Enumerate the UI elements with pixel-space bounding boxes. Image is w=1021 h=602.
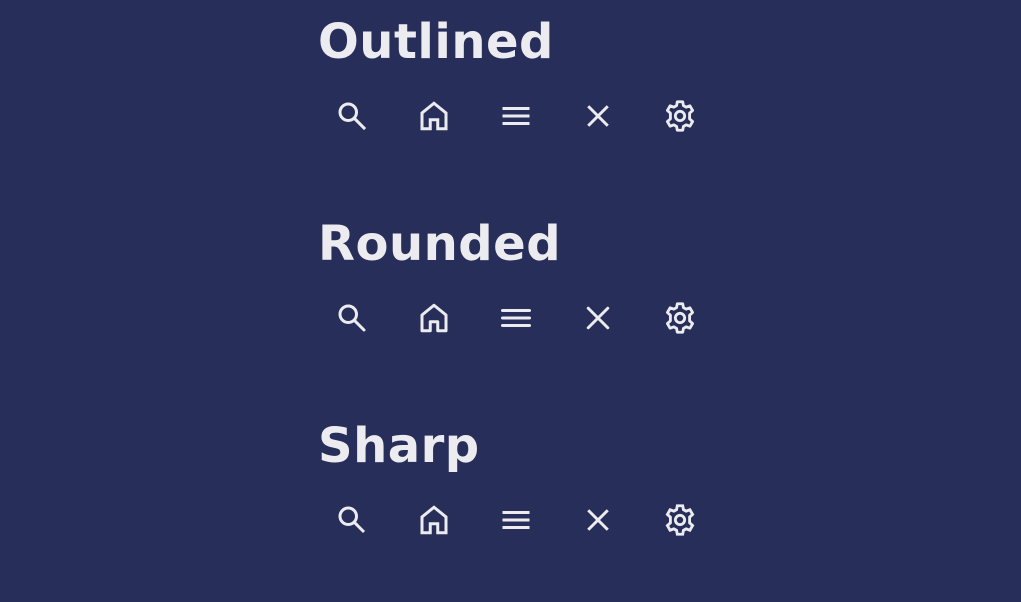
- menu-icon[interactable]: [498, 300, 534, 336]
- section-title: Sharp: [318, 418, 480, 474]
- home-icon[interactable]: [416, 502, 452, 538]
- close-icon[interactable]: [580, 502, 616, 538]
- icon-row: [334, 500, 698, 540]
- search-icon[interactable]: [334, 300, 370, 336]
- icon-style-section-rounded: Rounded: [318, 210, 738, 400]
- close-icon[interactable]: [580, 98, 616, 134]
- section-title: Rounded: [318, 216, 562, 272]
- menu-icon[interactable]: [498, 502, 534, 538]
- close-icon[interactable]: [580, 300, 616, 336]
- settings-icon[interactable]: [662, 300, 698, 336]
- search-icon[interactable]: [334, 98, 370, 134]
- icon-row: [334, 298, 698, 338]
- icon-style-section-sharp: Sharp: [318, 412, 738, 602]
- icon-row: [334, 96, 698, 136]
- home-icon[interactable]: [416, 98, 452, 134]
- menu-icon[interactable]: [498, 98, 534, 134]
- icon-style-section-outlined: Outlined: [318, 8, 738, 198]
- settings-icon[interactable]: [662, 502, 698, 538]
- home-icon[interactable]: [416, 300, 452, 336]
- search-icon[interactable]: [334, 502, 370, 538]
- section-title: Outlined: [318, 14, 554, 70]
- settings-icon[interactable]: [662, 98, 698, 134]
